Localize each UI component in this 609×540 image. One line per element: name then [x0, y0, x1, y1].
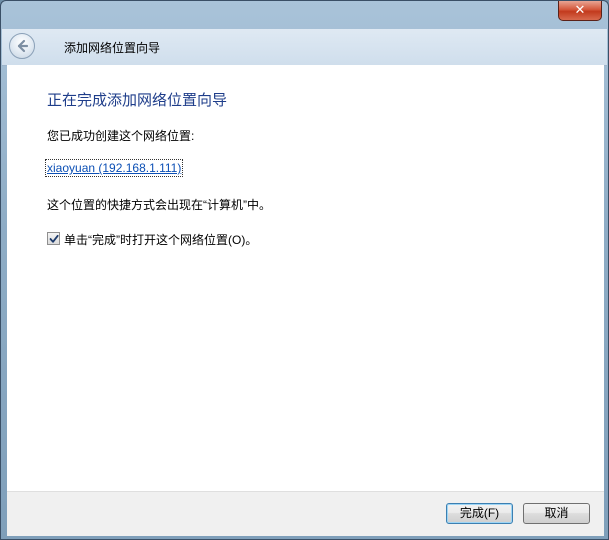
wizard-nav-bar: 添加网络位置向导: [2, 29, 607, 66]
checkmark-icon: [49, 234, 59, 243]
close-button[interactable]: ✕: [558, 1, 602, 21]
back-arrow-icon: [17, 39, 29, 53]
wizard-title: 添加网络位置向导: [64, 41, 161, 55]
wizard-window: ✕ 添加网络位置向导 正在完成添加网络位置向导 您已成功创建这个网络位置: xi…: [0, 0, 609, 540]
wizard-footer: 完成(F) 取消: [7, 491, 604, 536]
back-button[interactable]: [9, 33, 35, 59]
page-heading: 正在完成添加网络位置向导: [47, 92, 228, 109]
created-text: 您已成功创建这个网络位置:: [47, 129, 195, 143]
cancel-button[interactable]: 取消: [523, 503, 590, 524]
network-location-link[interactable]: xiaoyuan (192.168.1.111): [44, 159, 184, 177]
title-bar[interactable]: [1, 1, 608, 31]
finish-button[interactable]: 完成(F): [446, 503, 513, 524]
close-icon: ✕: [574, 3, 586, 18]
open-location-checkbox-label: 单击“完成”时打开这个网络位置(O)。: [64, 233, 258, 247]
wizard-content: 正在完成添加网络位置向导 您已成功创建这个网络位置: xiaoyuan (192…: [7, 65, 604, 491]
open-location-checkbox[interactable]: [47, 232, 60, 245]
shortcut-text: 这个位置的快捷方式会出现在“计算机”中。: [47, 198, 271, 212]
